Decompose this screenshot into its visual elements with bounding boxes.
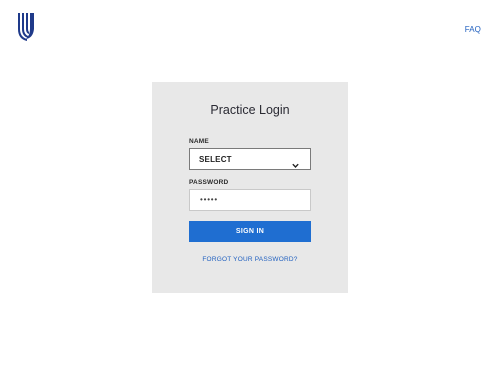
name-select-value: SELECT — [199, 155, 232, 164]
uhc-shield-logo-icon[interactable] — [17, 12, 37, 42]
page-title: Practice Login — [210, 103, 290, 117]
forgot-password-link[interactable]: FORGOT YOUR PASSWORD? — [152, 256, 348, 263]
name-label: NAME — [189, 138, 209, 145]
login-card: Practice Login NAME SELECT PASSWORD ••••… — [152, 82, 348, 293]
login-page: FAQ Practice Login NAME SELECT PASSWORD … — [0, 0, 500, 375]
password-label: PASSWORD — [189, 179, 229, 186]
password-masked-value: ••••• — [200, 195, 219, 204]
password-field[interactable]: ••••• — [189, 189, 311, 211]
sign-in-button[interactable]: SIGN IN — [189, 221, 311, 242]
chevron-down-icon — [292, 156, 299, 169]
faq-link[interactable]: FAQ — [465, 25, 481, 34]
name-select[interactable]: SELECT — [189, 148, 311, 170]
